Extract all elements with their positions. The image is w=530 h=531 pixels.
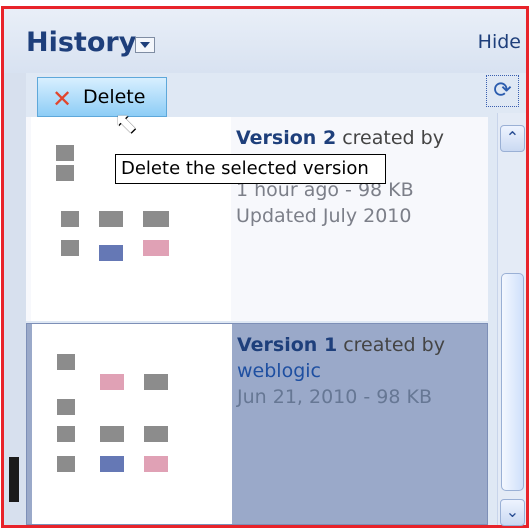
panel-title: History [26,27,137,58]
version-size: 98 KB [376,386,432,408]
version-name[interactable]: Version 1 [237,334,337,356]
panel-header: History Hide [4,9,526,73]
version-thumbnail [32,324,232,524]
version-item[interactable]: Version 1 created by weblogic Jun 21, 20… [26,323,488,525]
version-updated: Updated July 2010 [236,205,412,227]
refresh-icon[interactable]: ⟳ [486,75,519,107]
vertical-scrollbar[interactable]: ⌃ ⌄ [497,113,526,526]
version-created-by: created by [343,334,445,356]
version-item[interactable]: Version 2 created by 1 hour ago - 98 KB … [26,117,488,321]
delete-x-icon: ✕ [52,85,73,113]
tooltip: Delete the selected version [115,154,386,184]
version-thumbnail [31,117,231,321]
scroll-thumb[interactable] [501,273,524,491]
title-dropdown-icon[interactable] [135,37,155,53]
hide-link[interactable]: Hide [478,31,521,53]
history-panel: History Hide ✕ Delete ⟳ Version 2 create… [1,6,529,528]
mouse-cursor-icon: ⬉ [114,106,138,139]
delete-button[interactable]: ✕ Delete [37,77,167,117]
version-name[interactable]: Version 2 [236,127,336,149]
delete-label: Delete [83,86,146,108]
version-date: Jun 21, 2010 [237,386,358,408]
version-created-by: created by [342,127,444,149]
version-author[interactable]: weblogic [237,358,445,384]
splitter-handle-icon[interactable] [9,457,19,502]
version-meta: Version 1 created by weblogic Jun 21, 20… [237,334,445,408]
scroll-up-icon[interactable]: ⌃ [500,125,525,152]
scroll-down-icon[interactable]: ⌄ [500,499,525,526]
